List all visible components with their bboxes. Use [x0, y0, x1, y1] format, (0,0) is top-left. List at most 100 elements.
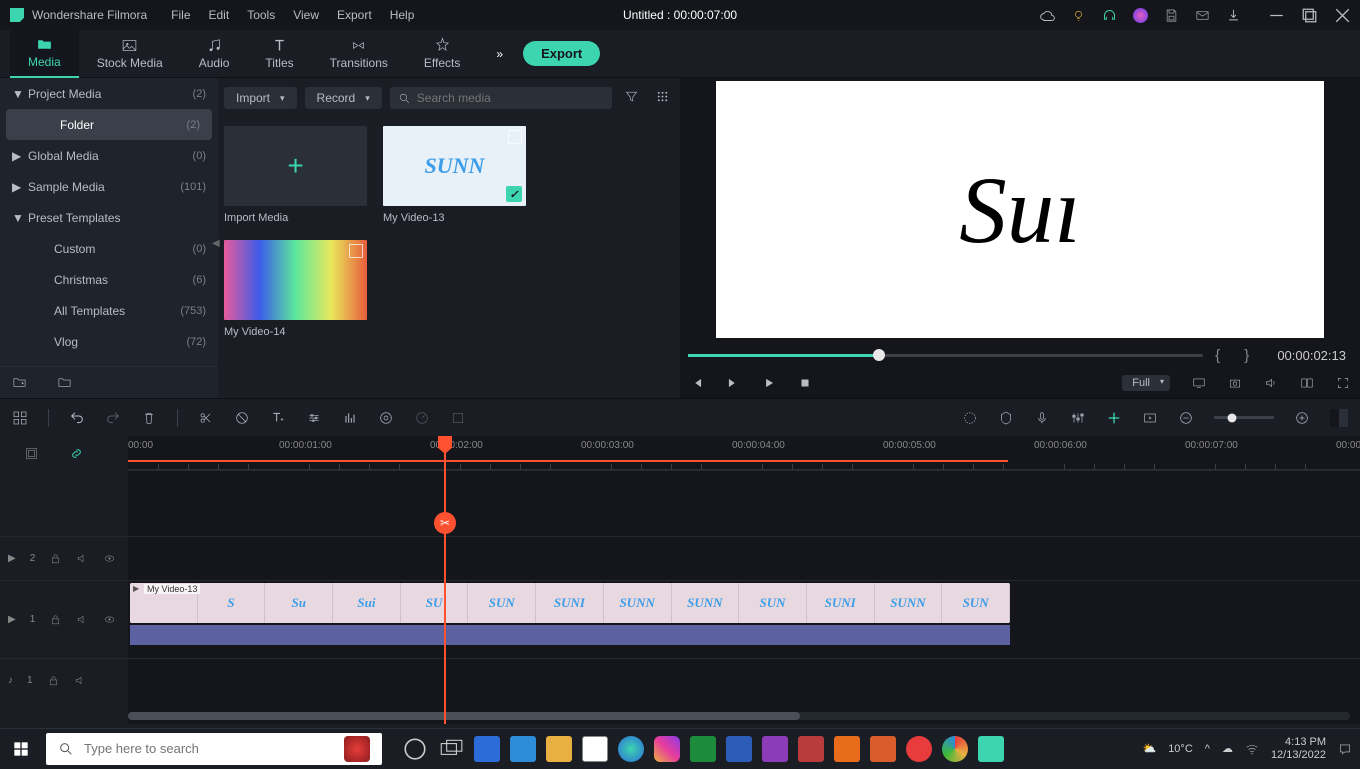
- taskbar-clock[interactable]: 4:13 PM 12/13/2022: [1271, 736, 1326, 762]
- sidebar-item-custom[interactable]: Custom(0): [0, 233, 218, 264]
- filter-icon[interactable]: [620, 85, 643, 111]
- zoom-out-icon[interactable]: [1178, 410, 1194, 426]
- marker-icon[interactable]: [998, 410, 1014, 426]
- grid-view-icon[interactable]: [651, 85, 674, 111]
- app-edge-icon[interactable]: [618, 736, 644, 762]
- weather-icon[interactable]: ⛅: [1142, 742, 1156, 755]
- app-store-icon[interactable]: [582, 736, 608, 762]
- menu-edit[interactable]: Edit: [209, 8, 230, 22]
- eye-icon[interactable]: [103, 552, 116, 565]
- app-publisher-icon[interactable]: [834, 736, 860, 762]
- render-icon[interactable]: [962, 410, 978, 426]
- eye-icon[interactable]: [103, 613, 116, 626]
- redo-icon[interactable]: [105, 410, 121, 426]
- playhead[interactable]: ✂: [444, 436, 446, 724]
- mixer-icon[interactable]: [1070, 410, 1086, 426]
- taskbar-search-input[interactable]: [84, 741, 334, 756]
- greenscreen-icon[interactable]: [450, 410, 466, 426]
- app-explorer-icon[interactable]: [546, 736, 572, 762]
- app-onenote-icon[interactable]: [762, 736, 788, 762]
- tab-media[interactable]: Media: [10, 30, 79, 78]
- quality-select[interactable]: Full ▾: [1122, 375, 1170, 391]
- track-manager-icon[interactable]: [24, 446, 39, 461]
- minimize-icon[interactable]: [1269, 8, 1284, 23]
- menu-view[interactable]: View: [293, 8, 319, 22]
- tab-stock-media[interactable]: Stock Media: [79, 30, 181, 78]
- menu-file[interactable]: File: [171, 8, 190, 22]
- app-opera-icon[interactable]: [906, 736, 932, 762]
- scrollbar-thumb[interactable]: [128, 712, 800, 720]
- adjust-icon[interactable]: [306, 410, 322, 426]
- start-button[interactable]: [0, 729, 42, 769]
- monitor-icon[interactable]: [1192, 376, 1206, 390]
- sidebar-item-preset-templates[interactable]: ▼Preset Templates: [0, 202, 218, 233]
- headphones-icon[interactable]: [1102, 8, 1117, 23]
- search-input[interactable]: [417, 91, 604, 105]
- sidebar-item-vlog[interactable]: Vlog(72): [0, 326, 218, 357]
- zoom-slider[interactable]: [1214, 416, 1274, 419]
- mail-icon[interactable]: [1195, 8, 1210, 23]
- menu-tools[interactable]: Tools: [247, 8, 275, 22]
- play-icon[interactable]: [762, 376, 776, 390]
- more-tabs-icon[interactable]: »: [496, 47, 503, 61]
- wifi-icon[interactable]: [1245, 742, 1259, 756]
- tab-effects[interactable]: Effects: [406, 30, 478, 78]
- volume-icon[interactable]: [1264, 376, 1278, 390]
- timeline-ruler[interactable]: 00:0000:00:01:0000:00:02:0000:00:03:0000…: [128, 436, 1360, 470]
- new-folder-icon[interactable]: [12, 375, 27, 390]
- app-filmora-icon[interactable]: [978, 736, 1004, 762]
- maximize-icon[interactable]: [1302, 8, 1317, 23]
- cortana-icon[interactable]: [402, 736, 428, 762]
- media-item-video14[interactable]: My Video-14: [224, 240, 367, 338]
- save-icon[interactable]: [1164, 8, 1179, 23]
- media-item-video13[interactable]: SUNN✓ My Video-13: [383, 126, 526, 224]
- folder-outline-icon[interactable]: [57, 375, 72, 390]
- notifications-icon[interactable]: [1338, 742, 1352, 756]
- preview-scrubber[interactable]: [688, 354, 1203, 357]
- mute-icon[interactable]: [76, 552, 89, 565]
- zoom-in-icon[interactable]: [1294, 410, 1310, 426]
- stop-icon[interactable]: [798, 376, 812, 390]
- weather-temp[interactable]: 10°C: [1168, 743, 1193, 755]
- next-frame-icon[interactable]: [726, 376, 740, 390]
- playhead-scissors-icon[interactable]: ✂: [434, 512, 456, 534]
- app-trello-icon[interactable]: [474, 736, 500, 762]
- record-dropdown[interactable]: Record▾: [305, 87, 382, 109]
- media-search[interactable]: [390, 87, 612, 109]
- taskbar-search[interactable]: [46, 733, 382, 765]
- app-chrome-icon[interactable]: [942, 736, 968, 762]
- fullscreen-icon[interactable]: [1336, 376, 1350, 390]
- sidebar-item-global-media[interactable]: ▶Global Media(0): [0, 140, 218, 171]
- zoom-fit-icon[interactable]: [1330, 409, 1348, 427]
- scrubber-knob[interactable]: [873, 349, 885, 361]
- mute-icon[interactable]: [76, 613, 89, 626]
- sidebar-item-christmas[interactable]: Christmas(6): [0, 264, 218, 295]
- compare-icon[interactable]: [1300, 376, 1314, 390]
- mute-icon[interactable]: [74, 674, 87, 687]
- tab-audio[interactable]: Audio: [181, 30, 248, 78]
- onedrive-icon[interactable]: ☁: [1222, 742, 1233, 755]
- speed-icon[interactable]: [414, 410, 430, 426]
- undo-icon[interactable]: [69, 410, 85, 426]
- menu-help[interactable]: Help: [390, 8, 415, 22]
- timeline-clip[interactable]: My Video-13 ▶ SSuSuiSUSUNSUNISUNNSUNNSUN…: [130, 583, 1010, 623]
- taskview-icon[interactable]: [438, 736, 464, 762]
- auto-ripple-icon[interactable]: [1106, 410, 1122, 426]
- import-media-tile[interactable]: + Import Media: [224, 126, 367, 224]
- sidebar-item-folder[interactable]: Folder(2): [6, 109, 212, 140]
- close-icon[interactable]: [1335, 8, 1350, 23]
- timeline-hscrollbar[interactable]: [128, 712, 1350, 720]
- snapshot-icon[interactable]: [1228, 376, 1242, 390]
- voiceover-icon[interactable]: [1034, 410, 1050, 426]
- app-excel-icon[interactable]: [690, 736, 716, 762]
- track-header-video1[interactable]: ▶1: [0, 580, 128, 658]
- app-access-icon[interactable]: [798, 736, 824, 762]
- app-word-icon[interactable]: [726, 736, 752, 762]
- download-icon[interactable]: [1226, 8, 1241, 23]
- sidebar-item-project-media[interactable]: ▼Project Media(2): [0, 78, 218, 109]
- crop-icon[interactable]: [234, 410, 250, 426]
- app-mail-icon[interactable]: [510, 736, 536, 762]
- import-dropdown[interactable]: Import▾: [224, 87, 297, 109]
- app-powerpoint-icon[interactable]: [870, 736, 896, 762]
- split-icon[interactable]: [198, 410, 214, 426]
